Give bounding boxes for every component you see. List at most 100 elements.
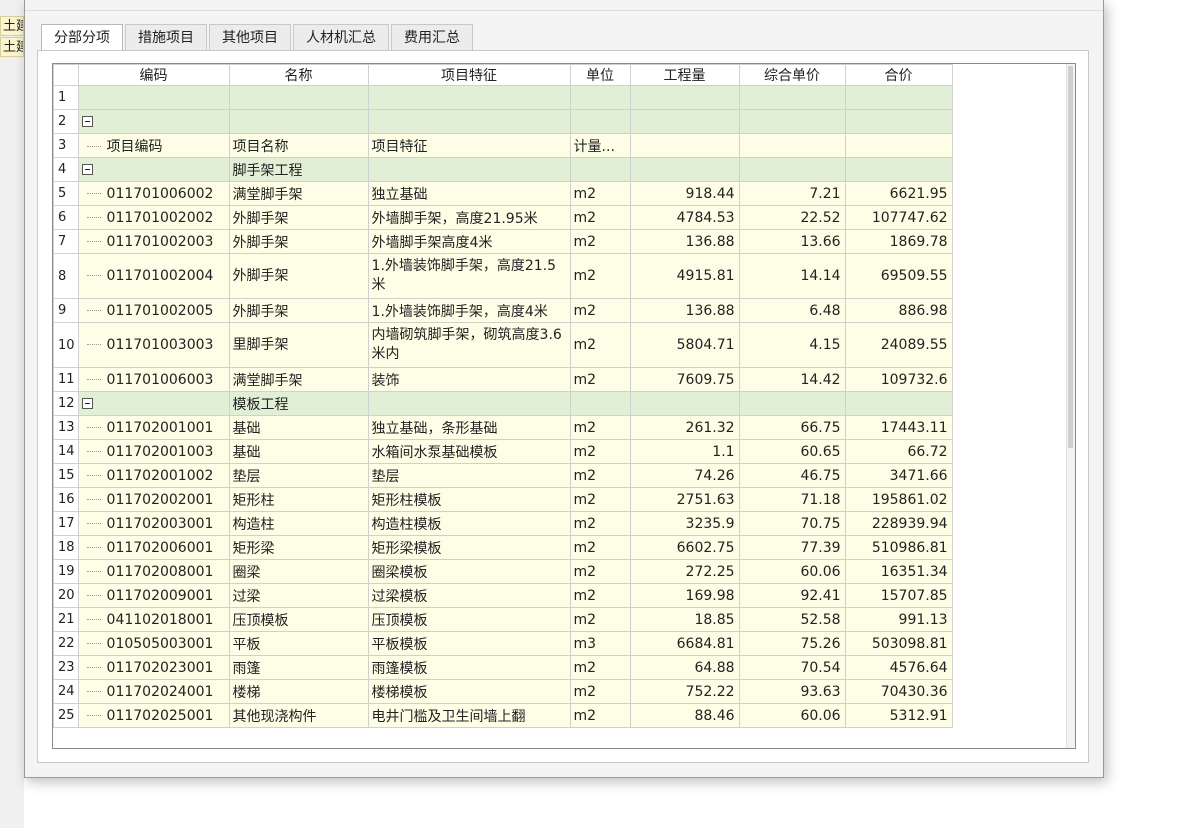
cell-code[interactable]: 011702023001 [77, 655, 230, 680]
cell-quantity[interactable]: 6684.81 [629, 631, 740, 656]
tab-cuoshi-xiangmu[interactable]: 措施项目 [125, 24, 207, 50]
cell-total[interactable]: 6621.95 [844, 181, 953, 206]
cell-unit-price[interactable]: 70.54 [738, 655, 846, 680]
table-row[interactable]: 3 项目编码 项目名称 项目特征 计量... [53, 133, 953, 158]
cell-feature[interactable] [367, 85, 571, 110]
cell-total[interactable] [844, 133, 953, 158]
cell-quantity[interactable]: 918.44 [629, 181, 740, 206]
row-number[interactable]: 20 [53, 583, 79, 608]
cell-total[interactable] [844, 391, 953, 416]
table-row[interactable]: 7 011701002003 外脚手架 外墙脚手架高度4米 m2 136.88 13.66 1… [53, 229, 953, 254]
cell-quantity[interactable]: 74.26 [629, 463, 740, 488]
cell-total[interactable]: 16351.34 [844, 559, 953, 584]
cell-unit[interactable]: 计量... [569, 133, 631, 158]
vertical-scrollbar[interactable] [1066, 64, 1075, 748]
row-number[interactable]: 11 [53, 367, 79, 392]
tab-rencaiji-huizong[interactable]: 人材机汇总 [293, 24, 389, 50]
cell-name[interactable]: 基础 [228, 439, 369, 464]
cell-quantity[interactable]: 2751.63 [629, 487, 740, 512]
cell-code[interactable]: 011701003003 [77, 322, 230, 368]
table-row[interactable]: 5 011701006002 满堂脚手架 独立基础 m2 918.44 7.21 6621.9… [53, 181, 953, 206]
cell-unit-price[interactable]: 6.48 [738, 298, 846, 323]
cell-quantity[interactable]: 6602.75 [629, 535, 740, 560]
cell-quantity[interactable] [629, 157, 740, 182]
cell-code[interactable]: 项目编码 [77, 133, 230, 158]
cell-total[interactable] [844, 109, 953, 134]
cell-total[interactable]: 503098.81 [844, 631, 953, 656]
table-row[interactable]: 23 011702023001 雨篷 雨篷模板 m2 64.88 70.54 4576.64 [53, 655, 953, 680]
column-header-quantity[interactable]: 工程量 [629, 64, 740, 86]
cell-code[interactable]: 011702003001 [77, 511, 230, 536]
cell-unit-price[interactable]: 46.75 [738, 463, 846, 488]
row-number[interactable]: 22 [53, 631, 79, 656]
cell-feature[interactable]: 构造柱模板 [367, 511, 571, 536]
cell-quantity[interactable] [629, 85, 740, 110]
row-number[interactable]: 18 [53, 535, 79, 560]
cell-name[interactable]: 楼梯 [228, 679, 369, 704]
cell-quantity[interactable]: 261.32 [629, 415, 740, 440]
tab-fenbu-fenxiang[interactable]: 分部分项 [41, 24, 123, 51]
cell-unit-price[interactable] [738, 391, 846, 416]
cell-unit-price[interactable]: 66.75 [738, 415, 846, 440]
cell-name[interactable] [228, 85, 369, 110]
cell-unit[interactable]: m3 [569, 631, 631, 656]
cell-unit[interactable] [569, 85, 631, 110]
cell-unit[interactable]: m2 [569, 511, 631, 536]
cell-feature[interactable] [367, 109, 571, 134]
row-number[interactable]: 19 [53, 559, 79, 584]
cell-total[interactable] [844, 85, 953, 110]
cell-feature[interactable]: 1.外墙装饰脚手架，高度4米 [367, 298, 571, 323]
column-header-unit-price[interactable]: 综合单价 [738, 64, 846, 86]
row-number[interactable]: 23 [53, 655, 79, 680]
cell-name[interactable]: 矩形梁 [228, 535, 369, 560]
cell-unit[interactable]: m2 [569, 655, 631, 680]
cell-quantity[interactable]: 272.25 [629, 559, 740, 584]
cell-quantity[interactable]: 752.22 [629, 679, 740, 704]
cell-name[interactable]: 外脚手架 [228, 253, 369, 299]
row-number[interactable]: 3 [53, 133, 79, 158]
cell-feature[interactable]: 楼梯模板 [367, 679, 571, 704]
row-number[interactable]: 13 [53, 415, 79, 440]
cell-name[interactable]: 里脚手架 [228, 322, 369, 368]
cell-unit-price[interactable]: 70.75 [738, 511, 846, 536]
row-number[interactable]: 21 [53, 607, 79, 632]
row-number[interactable]: 17 [53, 511, 79, 536]
cell-name[interactable]: 矩形柱 [228, 487, 369, 512]
row-number[interactable]: 7 [53, 229, 79, 254]
cell-total[interactable]: 17443.11 [844, 415, 953, 440]
row-number[interactable]: 5 [53, 181, 79, 206]
cell-unit[interactable]: m2 [569, 205, 631, 230]
row-number[interactable]: 14 [53, 439, 79, 464]
cell-name[interactable]: 过梁 [228, 583, 369, 608]
cell-feature[interactable] [367, 391, 571, 416]
group-row[interactable]: 12 模板工程 [53, 391, 953, 416]
cell-code[interactable]: 011702002001 [77, 487, 230, 512]
cell-quantity[interactable]: 64.88 [629, 655, 740, 680]
column-header-code[interactable]: 编码 [77, 64, 230, 86]
row-number[interactable]: 6 [53, 205, 79, 230]
cell-quantity[interactable]: 136.88 [629, 229, 740, 254]
cell-code[interactable]: 011701002002 [77, 205, 230, 230]
row-number[interactable]: 8 [53, 253, 79, 299]
row-number[interactable]: 16 [53, 487, 79, 512]
cell-feature[interactable]: 水箱间水泵基础模板 [367, 439, 571, 464]
table-row[interactable]: 20 011702009001 过梁 过梁模板 m2 169.98 92.41 15707.8… [53, 583, 953, 608]
cell-unit[interactable]: m2 [569, 298, 631, 323]
cell-total[interactable]: 70430.36 [844, 679, 953, 704]
cell-code[interactable]: 011702024001 [77, 679, 230, 704]
cell-unit[interactable]: m2 [569, 322, 631, 368]
cell-unit-price[interactable]: 60.65 [738, 439, 846, 464]
table-row[interactable]: 18 011702006001 矩形梁 矩形梁模板 m2 6602.75 77.39 5109… [53, 535, 953, 560]
tab-feiyong-huizong[interactable]: 费用汇总 [391, 24, 473, 50]
cell-name[interactable]: 平板 [228, 631, 369, 656]
cell-feature[interactable] [367, 157, 571, 182]
row-number[interactable]: 2 [53, 109, 79, 134]
cell-unit[interactable]: m2 [569, 559, 631, 584]
cell-feature[interactable]: 内墙砌筑脚手架，砌筑高度3.6米内 [367, 322, 571, 368]
cell-unit[interactable]: m2 [569, 607, 631, 632]
cell-name[interactable]: 模板工程 [228, 391, 369, 416]
cell-total[interactable]: 69509.55 [844, 253, 953, 299]
cell-quantity[interactable]: 88.46 [629, 703, 740, 728]
cell-name[interactable] [228, 109, 369, 134]
cell-feature[interactable]: 外墙脚手架，高度21.95米 [367, 205, 571, 230]
